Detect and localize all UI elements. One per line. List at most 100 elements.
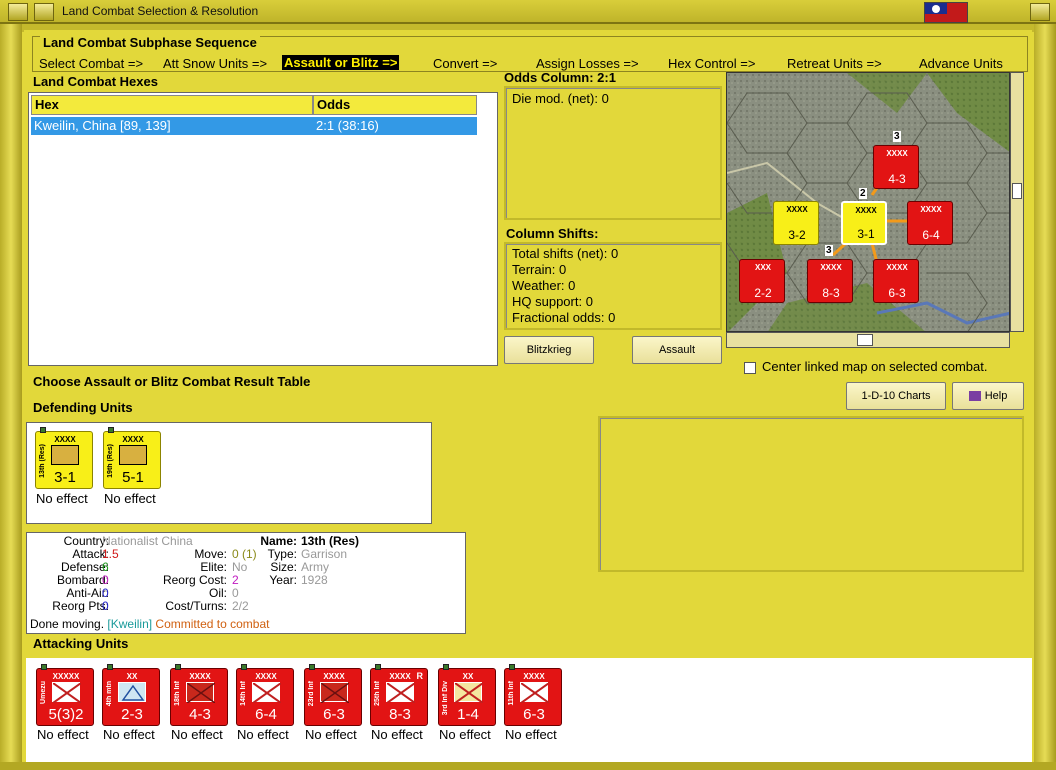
- infantry-icon: [454, 682, 483, 703]
- done-status: Committed to combat: [155, 617, 270, 631]
- seq-convert: Convert =>: [433, 56, 498, 71]
- attacking-unit-23rd-inf[interactable]: XXXX 23rd Inf 6-3: [304, 664, 362, 726]
- attacking-result: No effect: [37, 727, 89, 742]
- seq-hex-control: Hex Control =>: [668, 56, 756, 71]
- content-area: Land Combat Subphase Sequence Select Com…: [24, 30, 1032, 762]
- minimize-button[interactable]: [34, 3, 54, 21]
- map-counter-strength: 3-1: [857, 227, 875, 241]
- assault-button[interactable]: Assault: [632, 336, 722, 364]
- seq-retreat-units: Retreat Units =>: [787, 56, 882, 71]
- help-button[interactable]: Help: [952, 382, 1024, 410]
- map-counter-18th-inf[interactable]: XXXX 4-3: [873, 145, 919, 189]
- map-counter-strength: 6-3: [888, 286, 906, 300]
- column-shifts-box: Total shifts (net): 0 Terrain: 0 Weather…: [504, 242, 722, 330]
- linked-map[interactable]: XXXX 4-3 XXXX 3-2 XXXX 3-1 XXXX 6-4 XXX …: [726, 72, 1010, 332]
- help-label: Help: [984, 390, 1008, 402]
- column-header-odds[interactable]: Odds: [313, 95, 477, 115]
- title-bar: Land Combat Selection & Resolution: [0, 0, 1056, 24]
- unit-strength: 6-3: [323, 706, 345, 723]
- attacking-unit-4th-mtn[interactable]: XX 4th mtn 2-3: [102, 664, 160, 726]
- attacking-units-title: Attacking Units: [33, 636, 129, 651]
- seq-assign-losses: Assign Losses =>: [536, 56, 639, 71]
- map-counter-m[interactable]: XXX 2-2: [739, 259, 785, 303]
- reorg-label: Reorg Pts:: [52, 599, 109, 613]
- unit-strength: 3-1: [54, 469, 76, 486]
- map-counter-strength: 2-2: [754, 286, 772, 300]
- unit-strength: 2-3: [121, 706, 143, 723]
- fractional-odds-shift: Fractional odds: 0: [512, 310, 616, 325]
- window-title: Land Combat Selection & Resolution: [62, 4, 259, 18]
- garrison-icon: [51, 445, 79, 465]
- seq-att-snow-units: Att Snow Units =>: [163, 56, 268, 71]
- stack-count-badge: 3: [825, 245, 833, 256]
- center-map-label: Center linked map on selected combat.: [762, 359, 988, 374]
- scroll-thumb[interactable]: [1012, 183, 1022, 199]
- defending-result: No effect: [36, 491, 88, 506]
- charts-button[interactable]: 1-D-10 Charts: [846, 382, 946, 410]
- unit-strength: 8-3: [389, 706, 411, 723]
- attacking-unit-25th-inf[interactable]: XXXX R 25th Inf 8-3: [370, 664, 428, 726]
- combat-hexes-list[interactable]: Hex Odds Kweilin, China [89, 139] 2:1 (3…: [28, 92, 498, 366]
- frame-left: [0, 24, 22, 770]
- attacking-unit-14th-inf[interactable]: XXXX 14th Inf 6-4: [236, 664, 294, 726]
- crt-title: Choose Assault or Blitz Combat Result Ta…: [33, 374, 311, 389]
- odds-cell[interactable]: 2:1 (38:16): [313, 117, 477, 135]
- defending-unit-13th[interactable]: XXXX 13th (Res) 3-1: [35, 427, 93, 489]
- attacking-units-panel: XXXXX Umezu 5(3)2 No effect XX 4th mtn 2…: [26, 658, 1032, 762]
- total-shifts: Total shifts (net): 0: [512, 246, 619, 261]
- costturns-value: 2/2: [232, 599, 249, 613]
- year-value: 1928: [301, 573, 328, 587]
- hex-cell[interactable]: Kweilin, China [89, 139]: [31, 117, 313, 135]
- attacking-result: No effect: [505, 727, 557, 742]
- map-counter-17th-inf[interactable]: XXXX 3-2: [773, 201, 819, 245]
- map-counter-strength: 8-3: [822, 286, 840, 300]
- reserve-marker: R: [416, 671, 424, 681]
- map-vertical-scrollbar[interactable]: [1010, 72, 1024, 332]
- mountain-icon: [118, 682, 146, 702]
- combat-result-panel: [598, 416, 1024, 572]
- attacking-unit-umezu[interactable]: XXXXX Umezu 5(3)2: [36, 664, 94, 726]
- nationality-flag: [924, 2, 968, 23]
- seq-advance-units: Advance Units: [919, 56, 1003, 71]
- scroll-thumb[interactable]: [857, 334, 873, 346]
- done-location: [Kweilin]: [107, 617, 153, 631]
- stack-count-badge: 2: [859, 188, 867, 199]
- garrison-icon: [119, 445, 147, 465]
- seq-select-combat: Select Combat =>: [39, 56, 144, 71]
- combat-hexes-title: Land Combat Hexes: [33, 74, 158, 89]
- hq-support-shift: HQ support: 0: [512, 294, 593, 309]
- map-counter-strength: 4-3: [888, 172, 906, 186]
- attacking-unit-18th-inf[interactable]: XXXX 18th Inf 4-3: [170, 664, 228, 726]
- book-icon: [968, 391, 981, 402]
- unit-strength: 1-4: [457, 706, 479, 723]
- attacking-unit-3rd-inf-div[interactable]: XX 3rd Inf Div 1-4: [438, 664, 496, 726]
- attacking-result: No effect: [237, 727, 289, 742]
- map-horizontal-scrollbar[interactable]: [726, 332, 1010, 348]
- infantry-icon: [386, 682, 415, 703]
- attacking-result: No effect: [371, 727, 423, 742]
- column-header-hex[interactable]: Hex: [31, 95, 313, 115]
- frame-bottom: [0, 762, 1056, 770]
- map-counter-13th-res[interactable]: XXXX 3-1: [841, 201, 887, 245]
- map-counter-25th-inf[interactable]: XXXX 8-3: [807, 259, 853, 303]
- sequence-title: Land Combat Subphase Sequence: [40, 35, 260, 50]
- costturns-label: Cost/Turns:: [165, 599, 227, 613]
- unit-strength: 4-3: [189, 706, 211, 723]
- attacking-unit-11th-inf[interactable]: XXXX 11th Inf 6-3: [504, 664, 562, 726]
- odds-column-title: Odds Column: 2:1: [504, 70, 616, 85]
- defending-units-panel: XXXX 13th (Res) 3-1 No effect XXXX 19th …: [26, 422, 432, 524]
- blitzkrieg-button[interactable]: Blitzkrieg: [504, 336, 594, 364]
- attacking-result: No effect: [171, 727, 223, 742]
- system-menu-button[interactable]: [8, 3, 28, 21]
- column-shifts-title: Column Shifts:: [506, 226, 599, 241]
- map-counter-23rd-inf[interactable]: XXXX 6-3: [873, 259, 919, 303]
- terrain-shift: Terrain: 0: [512, 262, 567, 277]
- center-map-checkbox[interactable]: [744, 362, 756, 374]
- defending-unit-19th[interactable]: XXXX 19th (Res) 5-1: [103, 427, 161, 489]
- frame-right: [1034, 24, 1056, 770]
- die-mod-text: Die mod. (net): 0: [512, 91, 609, 106]
- year-label: Year:: [269, 573, 297, 587]
- weather-shift: Weather: 0: [512, 278, 576, 293]
- map-counter-14th-inf[interactable]: XXXX 6-4: [907, 201, 953, 245]
- close-button[interactable]: [1030, 3, 1050, 21]
